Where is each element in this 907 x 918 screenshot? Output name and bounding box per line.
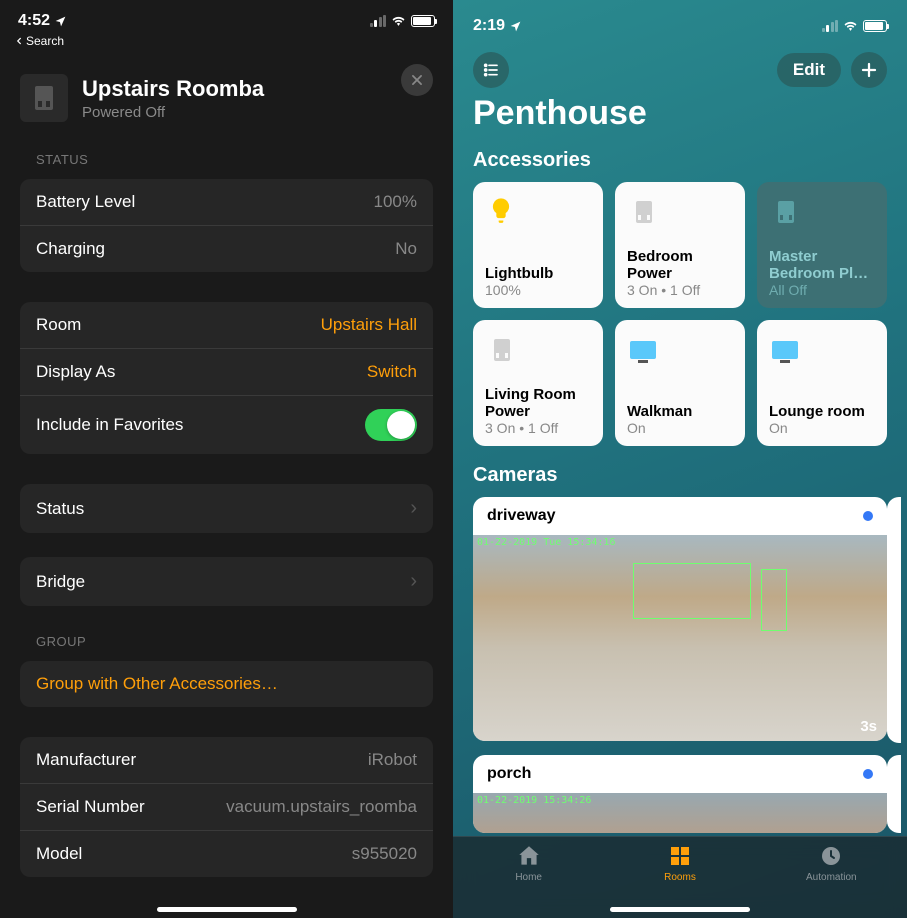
camera-snapshot: 01-22-2019 15:34:26 [473,793,887,833]
status-nav[interactable]: Status › [20,484,433,533]
plug-icon [20,74,68,122]
info-group: Manufacturer iRobot Serial Number vacuum… [20,737,433,877]
add-button[interactable] [851,52,887,88]
recording-dot-icon [863,511,873,521]
charging-row: Charging No [20,226,433,272]
tile-master-bedroom[interactable]: Master Bedroom Pl…All Off [757,182,887,308]
serial-row: Serial Number vacuum.upstairs_roomba [20,784,433,831]
status-section-label: STATUS [0,138,453,173]
config-group: Room Upstairs Hall Display As Switch Inc… [20,302,433,454]
tab-bar: Home Rooms Automation [453,836,907,918]
accessories-label: Accessories [453,141,907,182]
chevron-left-icon [14,36,24,46]
back-button[interactable]: Search [0,34,453,56]
home-app-screen: 2:19 Edit Penthouse Accessories Lightbul… [453,0,907,918]
next-camera-peek[interactable] [887,497,901,743]
home-indicator[interactable] [157,907,297,912]
clock-icon [819,843,843,869]
detection-box [761,569,787,631]
location-icon [509,20,522,33]
plug-icon [769,194,801,226]
wifi-icon [390,15,407,28]
location-icon [54,15,67,28]
rooms-icon [668,843,692,869]
cellular-icon [822,20,839,32]
chevron-right-icon: › [410,570,417,593]
tile-living-room[interactable]: Living Room Power3 On • 1 Off [473,320,603,446]
camera-porch[interactable]: porch 01-22-2019 15:34:26 [473,755,887,833]
recording-dot-icon [863,769,873,779]
plug-icon [485,332,517,364]
clock: 2:19 [473,17,505,35]
tab-home[interactable]: Home [453,843,604,918]
model-row: Model s955020 [20,831,433,877]
camera-driveway[interactable]: driveway 01-22-2019 Tue 15:34:16 3s [473,497,887,741]
tv-icon [769,332,801,364]
plug-icon [627,194,659,226]
favorites-toggle[interactable] [365,409,417,441]
battery-row: Battery Level 100% [20,179,433,226]
tab-automation[interactable]: Automation [756,843,907,918]
tv-icon [627,332,659,364]
tile-walkman[interactable]: WalkmanOn [615,320,745,446]
status-group: Battery Level 100% Charging No [20,179,433,272]
cameras-label: Cameras [453,446,907,497]
group-action-block: Group with Other Accessories… [20,661,433,707]
edit-button[interactable]: Edit [777,53,841,87]
home-name: Penthouse [453,92,907,141]
manufacturer-row: Manufacturer iRobot [20,737,433,784]
accessory-grid: Lightbulb100% Bedroom Power3 On • 1 Off … [453,182,907,446]
bulb-icon [485,194,517,226]
close-button[interactable] [401,64,433,96]
group-section-label: GROUP [0,612,453,655]
clip-duration: 3s [860,718,877,735]
list-icon [481,62,501,78]
room-row[interactable]: Room Upstairs Hall [20,302,433,349]
favorites-row: Include in Favorites [20,396,433,454]
list-button[interactable] [473,52,509,88]
tile-lightbulb[interactable]: Lightbulb100% [473,182,603,308]
group-with-others[interactable]: Group with Other Accessories… [20,661,433,707]
battery-icon [863,20,887,32]
close-icon [410,73,424,87]
accessory-header: Upstairs Roomba Powered Off [0,56,453,138]
home-icon [516,843,542,869]
clock: 4:52 [18,12,50,30]
accessory-detail-screen: 4:52 Search Upstairs Roomba Powered Off … [0,0,453,918]
nav-bar: Edit [453,44,907,92]
wifi-icon [842,20,859,33]
detection-box [633,563,751,619]
tile-lounge[interactable]: Lounge roomOn [757,320,887,446]
home-indicator[interactable] [610,907,750,912]
camera-snapshot: 01-22-2019 Tue 15:34:16 3s [473,535,887,741]
plus-icon [860,61,878,79]
bridge-nav[interactable]: Bridge › [20,557,433,606]
cellular-icon [370,15,387,27]
battery-icon [411,15,435,27]
display-as-row[interactable]: Display As Switch [20,349,433,396]
accessory-title: Upstairs Roomba [82,76,264,102]
tile-bedroom-power[interactable]: Bedroom Power3 On • 1 Off [615,182,745,308]
chevron-right-icon: › [410,497,417,520]
status-bar: 2:19 [453,0,907,44]
accessory-state: Powered Off [82,104,264,121]
next-camera-peek[interactable] [887,755,901,833]
status-bar: 4:52 [0,0,453,34]
